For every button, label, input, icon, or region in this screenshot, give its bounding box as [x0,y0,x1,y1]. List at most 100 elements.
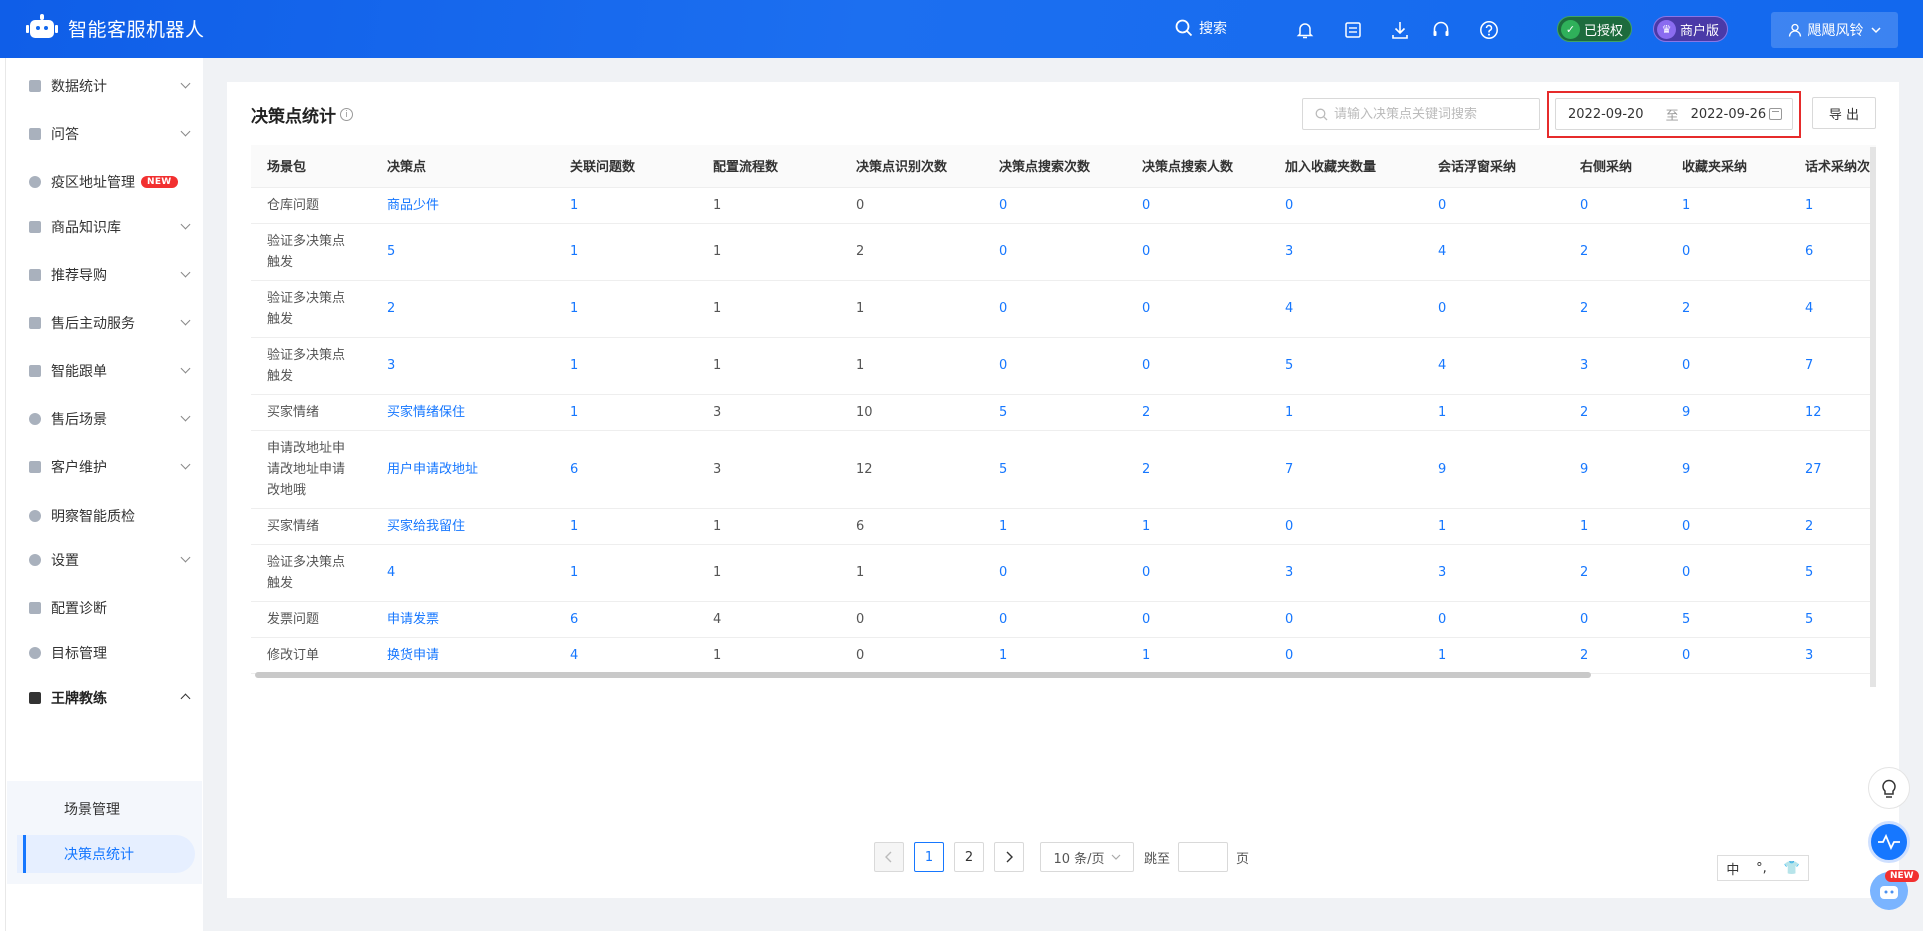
stat-cell[interactable]: 0 [1126,601,1269,638]
stat-cell[interactable]: 7 [1269,430,1422,509]
stat-cell[interactable]: 2 [1126,394,1269,431]
bell-icon[interactable] [1294,19,1316,41]
user-menu-button[interactable]: 飓飓风铃 [1771,12,1898,48]
stat-cell[interactable]: 12 [1789,394,1876,431]
stat-cell[interactable]: 6 [554,430,697,509]
stat-cell[interactable]: 5 [1789,601,1876,638]
decision-point-link[interactable]: 买家情绪保住 [371,394,554,431]
stat-cell[interactable]: 9 [1666,430,1789,509]
stat-cell[interactable]: 2 [1126,430,1269,509]
stat-cell[interactable]: 2 [1564,280,1666,338]
page-2-button[interactable]: 2 [954,842,984,872]
input-method-bar[interactable]: 中 °, 👕 [1717,855,1809,881]
calendar-icon[interactable] [1769,108,1782,120]
stat-cell[interactable]: 1 [1564,508,1666,545]
export-button[interactable]: 导 出 [1812,97,1876,129]
stat-cell[interactable]: 0 [1666,637,1789,674]
stat-cell[interactable]: 27 [1789,430,1876,509]
decision-point-link[interactable]: 5 [371,223,554,281]
stat-cell[interactable]: 0 [1126,223,1269,281]
stat-cell[interactable]: 1 [1126,508,1269,545]
decision-point-link[interactable]: 4 [371,544,554,602]
authorized-badge[interactable]: ✓ 已授权 [1557,16,1633,42]
stat-cell[interactable]: 0 [1666,337,1789,395]
stat-cell[interactable]: 6 [1789,223,1876,281]
stat-cell[interactable]: 0 [1666,508,1789,545]
date-range-picker[interactable]: 2022-09-20 至 2022-09-26 [1555,98,1793,130]
stat-cell[interactable]: 0 [1564,601,1666,638]
merchant-badge[interactable]: ♛ 商户版 [1653,16,1729,42]
sidebar-subitem-scene-management[interactable]: 场景管理 [17,790,195,828]
stat-cell[interactable]: 6 [554,601,697,638]
stat-cell[interactable]: 3 [1269,223,1422,281]
stat-cell[interactable]: 1 [554,337,697,395]
stat-cell[interactable]: 0 [983,280,1126,338]
page-1-button[interactable]: 1 [914,842,944,872]
decision-point-link[interactable]: 申请发票 [371,601,554,638]
stat-cell[interactable]: 1 [554,223,697,281]
stat-cell[interactable]: 0 [1666,544,1789,602]
stat-cell[interactable]: 2 [1666,280,1789,338]
stat-cell[interactable]: 1 [554,508,697,545]
stat-cell[interactable]: 1 [1422,637,1564,674]
stat-cell[interactable]: 9 [1666,394,1789,431]
stat-cell[interactable]: 0 [1126,544,1269,602]
stat-cell[interactable]: 7 [1789,337,1876,395]
stat-cell[interactable]: 2 [1564,394,1666,431]
stat-cell[interactable]: 1 [1422,508,1564,545]
stat-cell[interactable]: 1 [1789,187,1876,224]
sidebar-item-after-sales-scenario[interactable]: 售后场景 [29,404,191,434]
decision-point-link[interactable]: 3 [371,337,554,395]
stat-cell[interactable]: 1 [554,544,697,602]
stat-cell[interactable]: 2 [1564,223,1666,281]
stat-cell[interactable]: 0 [1422,280,1564,338]
info-icon[interactable]: i [340,108,353,121]
sidebar-item-product-kb[interactable]: 商品知识库 [29,212,191,242]
stat-cell[interactable]: 1 [983,508,1126,545]
help-icon[interactable] [1478,19,1500,41]
stat-cell[interactable]: 5 [983,394,1126,431]
top-search-button[interactable]: 搜索 [1175,18,1227,38]
stat-cell[interactable]: 0 [1422,187,1564,224]
stat-cell[interactable]: 0 [1126,337,1269,395]
stat-cell[interactable]: 0 [983,337,1126,395]
sidebar-item-target-management[interactable]: 目标管理 [29,638,189,668]
vertical-scrollbar[interactable] [1870,147,1876,687]
stat-cell[interactable]: 0 [1422,601,1564,638]
stat-cell[interactable]: 1 [554,280,697,338]
stat-cell[interactable]: 5 [983,430,1126,509]
stat-cell[interactable]: 0 [983,544,1126,602]
stat-cell[interactable]: 4 [1422,337,1564,395]
sidebar-subitem-decision-stats[interactable]: 决策点统计 [17,835,195,873]
decision-point-link[interactable]: 用户申请改地址 [371,430,554,509]
sidebar-item-customer-care[interactable]: 客户维护 [29,452,191,482]
stat-cell[interactable]: 1 [1269,394,1422,431]
download-icon[interactable] [1389,19,1411,41]
decision-point-link[interactable]: 商品少件 [371,187,554,224]
stat-cell[interactable]: 4 [1789,280,1876,338]
decision-point-link[interactable]: 买家给我留住 [371,508,554,545]
decision-point-link[interactable]: 换货申请 [371,637,554,674]
lang-indicator[interactable]: 中 [1726,859,1739,878]
next-page-button[interactable] [994,842,1024,872]
date-start[interactable]: 2022-09-20 [1568,107,1644,122]
sidebar-item-quality-check[interactable]: 明察智能质检 [29,501,189,531]
stat-cell[interactable]: 3 [1564,337,1666,395]
stat-cell[interactable]: 1 [554,394,697,431]
sidebar-item-epidemic-address[interactable]: 疫区地址管理 NEW [29,167,189,197]
sidebar-item-qa[interactable]: 问答 [29,119,191,149]
sidebar-item-config-diagnosis[interactable]: 配置诊断 [29,593,189,623]
stat-cell[interactable]: 9 [1422,430,1564,509]
stat-cell[interactable]: 1 [554,187,697,224]
sidebar-item-settings[interactable]: 设置 [29,545,191,575]
stat-cell[interactable]: 0 [1269,601,1422,638]
stat-cell[interactable]: 0 [1269,637,1422,674]
prev-page-button[interactable] [874,842,904,872]
stat-cell[interactable]: 4 [554,637,697,674]
decision-search-field[interactable] [1302,98,1540,130]
stat-cell[interactable]: 9 [1564,430,1666,509]
stat-cell[interactable]: 0 [1269,508,1422,545]
punct-indicator[interactable]: °, [1756,861,1767,876]
stat-cell[interactable]: 1 [1666,187,1789,224]
horizontal-scrollbar[interactable] [255,672,1591,678]
